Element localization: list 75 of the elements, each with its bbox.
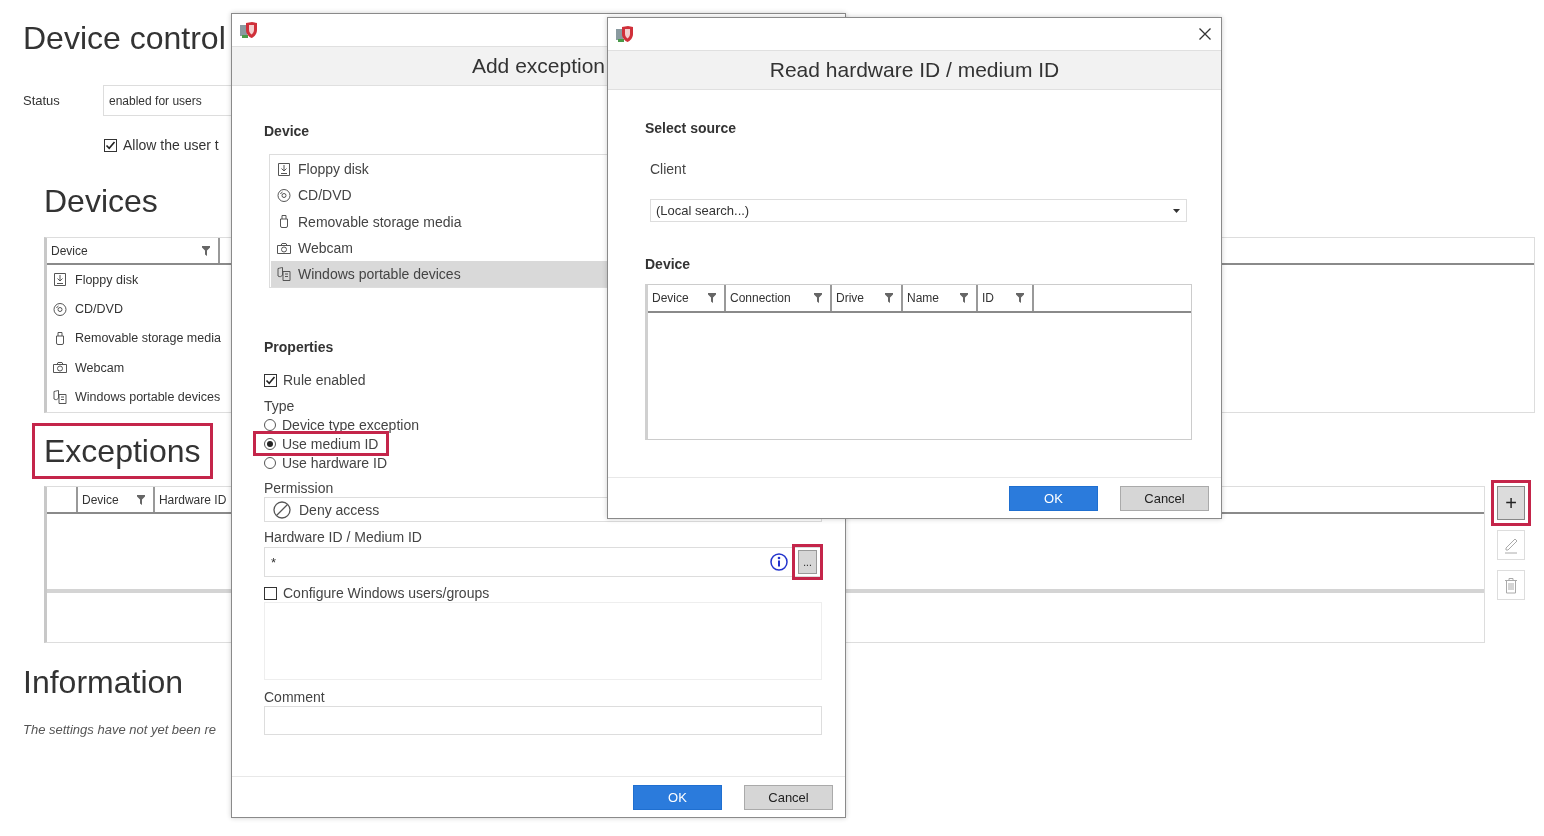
filter-icon[interactable]: [885, 293, 893, 303]
checkbox[interactable]: [264, 586, 277, 600]
cancel-button[interactable]: Cancel: [1120, 485, 1209, 511]
column-header[interactable]: Device: [82, 492, 119, 507]
info-note: The settings have not yet been re: [23, 722, 216, 737]
filter-icon[interactable]: [960, 293, 968, 303]
filter-icon[interactable]: [708, 293, 716, 303]
floppy-icon: [277, 162, 291, 176]
radio-button[interactable]: [264, 437, 276, 450]
column-header[interactable]: Device: [652, 291, 689, 305]
disc-icon: [277, 188, 291, 202]
table-cell: Removable storage media: [75, 331, 221, 346]
type-label: Type: [264, 397, 295, 415]
checkbox[interactable]: [264, 373, 277, 387]
dialog-title: Read hardware ID / medium ID: [769, 58, 1060, 82]
ok-button[interactable]: OK: [633, 784, 722, 810]
table-cell: CD/DVD: [75, 302, 123, 317]
pencil-icon: [1503, 536, 1519, 554]
section-heading: Devices: [44, 182, 158, 221]
camera-icon: [53, 362, 67, 374]
trash-icon: [1504, 576, 1518, 594]
checkbox-label: Allow the user t: [123, 137, 219, 153]
disc-icon: [53, 302, 67, 316]
filter-icon[interactable]: [202, 245, 210, 256]
table-cell: Webcam: [75, 360, 125, 375]
cancel-button[interactable]: Cancel: [744, 784, 833, 810]
info-icon[interactable]: [770, 553, 788, 571]
comment-label: Comment: [264, 688, 325, 706]
column-header[interactable]: Device: [51, 243, 88, 258]
checkbox-label: Rule enabled: [283, 371, 366, 389]
id-label: Hardware ID / Medium ID: [264, 528, 422, 546]
section-heading: Exceptions: [35, 426, 210, 476]
table-cell: Windows portable devices: [75, 390, 221, 405]
comment-field[interactable]: [264, 706, 822, 735]
properties-label: Properties: [264, 338, 334, 356]
portable-device-icon: [277, 267, 291, 282]
shield-logo-icon: [616, 25, 634, 43]
filter-icon[interactable]: [1016, 293, 1024, 303]
column-header[interactable]: Drive: [836, 291, 864, 305]
source-label: Select source: [645, 119, 737, 137]
usb-stick-icon: [53, 331, 67, 345]
column-header[interactable]: Connection: [730, 291, 791, 305]
client-dropdown[interactable]: (Local search...): [650, 199, 1187, 222]
close-icon[interactable]: [1199, 28, 1211, 40]
radio-button[interactable]: [264, 418, 276, 431]
portable-device-icon: [53, 390, 67, 405]
add-button[interactable]: +: [1497, 486, 1525, 520]
client-label: Client: [650, 160, 686, 178]
table-cell: Floppy disk: [75, 272, 139, 287]
floppy-icon: [53, 273, 67, 287]
checkbox[interactable]: [104, 138, 117, 152]
browse-button[interactable]: ...: [798, 550, 817, 574]
column-header[interactable]: ID: [982, 291, 994, 305]
radio-button[interactable]: [264, 456, 276, 469]
filter-icon[interactable]: [814, 293, 822, 303]
deny-icon: [273, 500, 291, 519]
hardware-id-field[interactable]: * ...: [264, 547, 822, 577]
checkbox-label: Configure Windows users/groups: [283, 584, 490, 602]
ok-button[interactable]: OK: [1009, 485, 1098, 511]
filter-icon[interactable]: [136, 494, 145, 505]
radio-option[interactable]: Use medium ID: [256, 434, 387, 453]
page-title: Device control: [23, 19, 226, 58]
shield-logo-icon: [240, 21, 258, 39]
column-header[interactable]: Hardware ID: [158, 492, 227, 507]
device-label: Device: [264, 122, 310, 140]
radio-option[interactable]: Use hardware ID: [256, 453, 396, 472]
column-header[interactable]: Name: [907, 291, 939, 305]
id-input[interactable]: *: [271, 554, 760, 570]
camera-icon: [277, 242, 291, 254]
section-heading: Information: [23, 663, 184, 702]
caret-icon: [1173, 208, 1180, 213]
permission-label: Permission: [264, 479, 334, 497]
usb-stick-icon: [277, 215, 291, 229]
dialog-title: Add exception: [471, 54, 606, 78]
status-label: Status: [23, 93, 61, 108]
